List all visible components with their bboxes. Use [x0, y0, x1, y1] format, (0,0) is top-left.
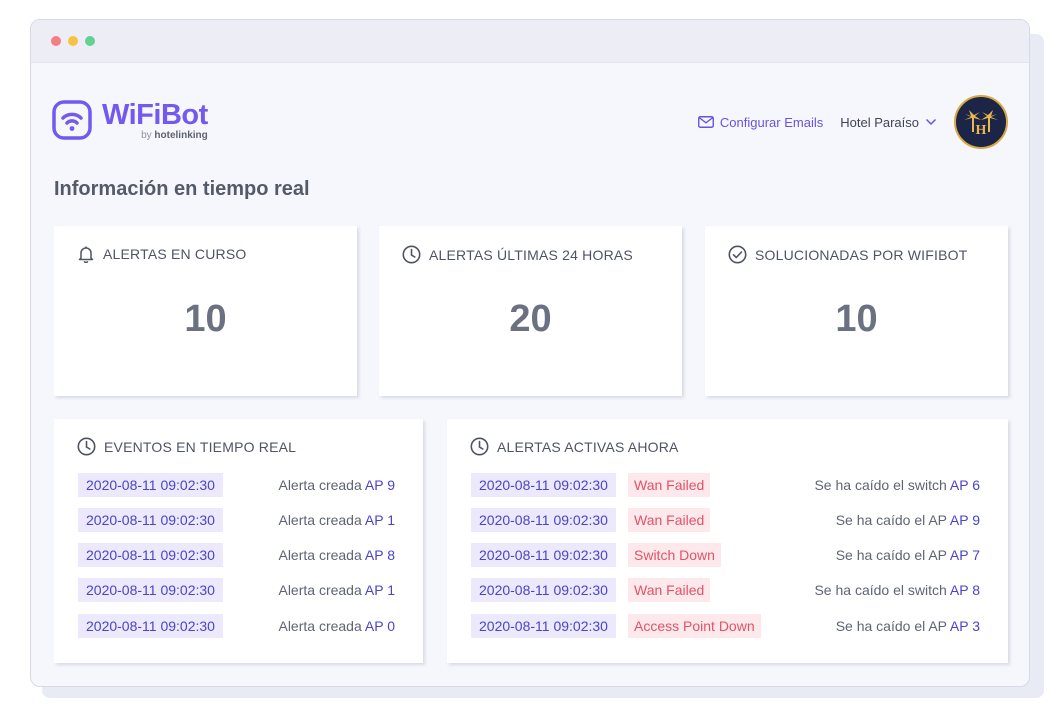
configure-emails-label: Configurar Emails	[719, 114, 824, 130]
panel-title: EVENTOS EN TIEMPO REAL	[104, 438, 297, 455]
ap-link[interactable]: AP 0	[365, 618, 395, 634]
wifibot-logo[interactable]: WiFiBot by hotelinking	[52, 99, 208, 141]
stat-value: 20	[509, 298, 552, 340]
clock-icon	[77, 437, 96, 456]
event-date-badge: 2020-08-11 09:02:30	[78, 473, 223, 497]
event-text: Alerta creada AP 0	[278, 618, 395, 634]
event-row: 2020-08-11 09:02:30 Alerta creada AP 0	[54, 614, 423, 638]
ap-link[interactable]: AP 9	[950, 512, 980, 528]
event-date-badge: 2020-08-11 09:02:30	[78, 614, 223, 638]
hotel-avatar[interactable]: H	[954, 95, 1008, 149]
check-circle-icon	[728, 245, 747, 264]
ap-link[interactable]: AP 9	[365, 477, 395, 493]
maximize-window-dot[interactable]	[85, 36, 95, 46]
alert-type-badge: Wan Failed	[628, 473, 711, 497]
event-row: 2020-08-11 09:02:30 Alerta creada AP 8	[54, 543, 423, 567]
alert-row: 2020-08-11 09:02:30 Access Point Down Se…	[447, 614, 1008, 638]
alert-row: 2020-08-11 09:02:30 Wan Failed Se ha caí…	[447, 473, 1008, 497]
logo-by-text: by	[141, 130, 152, 141]
ap-link[interactable]: AP 3	[950, 618, 980, 634]
alert-text: Se ha caído el AP AP 3	[835, 618, 980, 634]
alert-date-badge: 2020-08-11 09:02:30	[471, 543, 616, 567]
stat-label: ALERTAS EN CURSO	[103, 246, 247, 262]
ap-link[interactable]: AP 8	[950, 582, 980, 598]
event-date-badge: 2020-08-11 09:02:30	[78, 578, 223, 602]
alert-type-badge: Wan Failed	[628, 508, 711, 532]
stat-card-alerts-24h: ALERTAS ÚLTIMAS 24 HORAS 20	[379, 226, 682, 396]
alert-row: 2020-08-11 09:02:30 Switch Down Se ha ca…	[447, 543, 1008, 567]
alert-type-badge: Wan Failed	[628, 578, 711, 602]
ap-link[interactable]: AP 1	[365, 512, 395, 528]
event-text: Alerta creada AP 1	[278, 582, 395, 598]
window-titlebar	[31, 20, 1029, 63]
chevron-down-icon	[925, 118, 937, 126]
realtime-events-panel: EVENTOS EN TIEMPO REAL 2020-08-11 09:02:…	[54, 419, 423, 663]
ap-link[interactable]: AP 7	[950, 547, 980, 563]
stat-value: 10	[835, 298, 878, 340]
browser-window: WiFiBot by hotelinking Configurar Emails…	[30, 19, 1030, 687]
page-title: Información en tiempo real	[54, 178, 310, 200]
alert-date-badge: 2020-08-11 09:02:30	[471, 473, 616, 497]
event-text: Alerta creada AP 8	[278, 547, 395, 563]
hotel-selector[interactable]: Hotel Paraíso	[840, 115, 937, 130]
clock-icon	[402, 245, 421, 264]
event-row: 2020-08-11 09:02:30 Alerta creada AP 1	[54, 578, 423, 602]
alert-date-badge: 2020-08-11 09:02:30	[471, 614, 616, 638]
alert-type-badge: Switch Down	[628, 543, 721, 567]
stat-label: SOLUCIONADAS POR WIFIBOT	[755, 246, 968, 263]
wifi-logo-icon	[52, 100, 92, 140]
envelope-icon	[697, 116, 714, 128]
active-alerts-panel: ALERTAS ACTIVAS AHORA 2020-08-11 09:02:3…	[447, 419, 1008, 663]
event-date-badge: 2020-08-11 09:02:30	[78, 508, 223, 532]
event-row: 2020-08-11 09:02:30 Alerta creada AP 1	[54, 508, 423, 532]
alert-date-badge: 2020-08-11 09:02:30	[471, 578, 616, 602]
close-window-dot[interactable]	[51, 36, 61, 46]
alert-date-badge: 2020-08-11 09:02:30	[471, 508, 616, 532]
ap-link[interactable]: AP 1	[365, 582, 395, 598]
ap-link[interactable]: AP 8	[365, 547, 395, 563]
alert-text: Se ha caído el AP AP 7	[835, 547, 980, 563]
alert-text: Se ha caído el AP AP 9	[835, 512, 980, 528]
logo-byline: by hotelinking	[141, 130, 208, 141]
avatar-letter: H	[976, 123, 987, 138]
event-date-badge: 2020-08-11 09:02:30	[78, 543, 223, 567]
stat-label: ALERTAS ÚLTIMAS 24 HORAS	[429, 246, 633, 263]
clock-icon	[470, 437, 489, 456]
event-text: Alerta creada AP 1	[278, 512, 395, 528]
alert-type-badge: Access Point Down	[628, 614, 761, 638]
event-row: 2020-08-11 09:02:30 Alerta creada AP 9	[54, 473, 423, 497]
alert-row: 2020-08-11 09:02:30 Wan Failed Se ha caí…	[447, 578, 1008, 602]
event-text: Alerta creada AP 9	[278, 477, 395, 493]
alert-text: Se ha caído el switch AP 6	[814, 477, 980, 493]
minimize-window-dot[interactable]	[68, 36, 78, 46]
logo-name: WiFiBot	[102, 99, 208, 131]
app-header: WiFiBot by hotelinking Configurar Emails…	[31, 63, 1029, 173]
stat-card-solved-by-wifibot: SOLUCIONADAS POR WIFIBOT 10	[705, 226, 1008, 396]
stat-card-alerts-ongoing: ALERTAS EN CURSO 10	[54, 226, 357, 396]
stat-value: 10	[184, 298, 227, 340]
alert-row: 2020-08-11 09:02:30 Wan Failed Se ha caí…	[447, 508, 1008, 532]
alert-text: Se ha caído el switch AP 8	[814, 582, 980, 598]
logo-brand: hotelinking	[154, 130, 208, 141]
hotel-name: Hotel Paraíso	[840, 114, 919, 130]
panel-title: ALERTAS ACTIVAS AHORA	[497, 438, 679, 455]
palm-trees-logo-icon: H	[964, 110, 998, 138]
ap-link[interactable]: AP 6	[950, 477, 980, 493]
configure-emails-link[interactable]: Configurar Emails	[697, 114, 824, 130]
bell-icon	[78, 246, 94, 263]
